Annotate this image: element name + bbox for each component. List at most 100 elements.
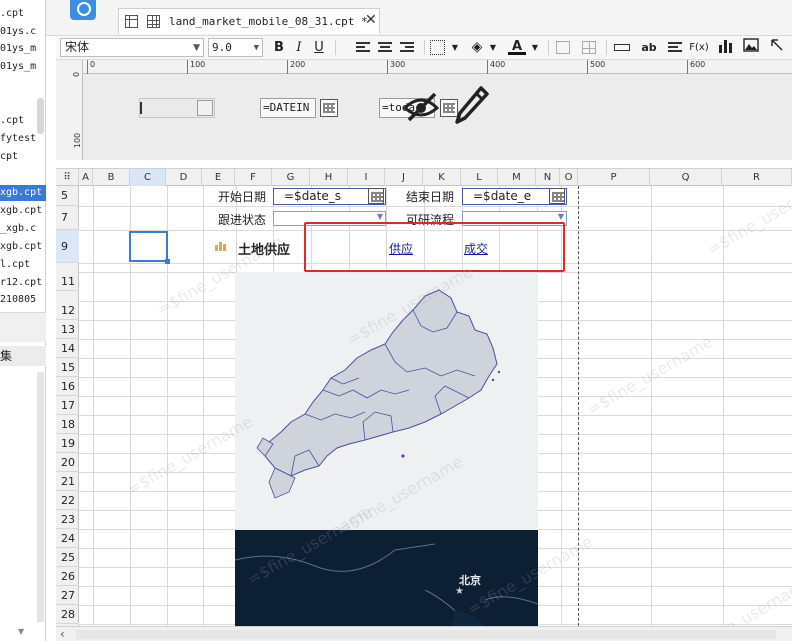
row-header-cell[interactable]: 18 [56, 415, 79, 434]
combo-button[interactable] [197, 100, 213, 116]
file-item[interactable]: xgb.cpt [0, 203, 46, 219]
chevron-down-icon[interactable]: ▼ [484, 38, 502, 57]
designer-logo-icon[interactable] [70, 0, 96, 20]
report-grid[interactable]: 开始日期 =$date_s 结束日期 =$date_e 跟进状态 ▼ 可研流程 … [79, 186, 792, 641]
row-header-cell[interactable]: 25 [56, 548, 79, 567]
file-item[interactable]: xgb.cpt [0, 239, 46, 255]
row-header-cell[interactable]: 20 [56, 453, 79, 472]
row-header-cell[interactable]: 23 [56, 510, 79, 529]
end-date-cell[interactable]: =$date_e [462, 188, 567, 205]
calendar-icon[interactable] [368, 188, 384, 204]
file-item[interactable]: 01ys_m [0, 59, 46, 75]
column-header-cell[interactable]: E [202, 169, 235, 187]
corner-select-all[interactable]: ⠿ [56, 169, 79, 187]
column-header-cell[interactable]: K [423, 169, 461, 187]
column-header-cell[interactable]: O [560, 169, 578, 187]
parameter-combo[interactable] [139, 98, 215, 118]
row-header-cell[interactable]: 5 [56, 186, 79, 206]
column-header-cell[interactable]: A [79, 169, 93, 187]
text-field-icon[interactable] [614, 44, 630, 51]
column-header-cell[interactable]: N [536, 169, 560, 187]
row-header-cell[interactable]: 16 [56, 377, 79, 396]
column-header-cell[interactable]: G [272, 169, 310, 187]
border-icon[interactable] [430, 40, 445, 55]
text-button[interactable]: ab [640, 38, 658, 57]
row-header-cell[interactable]: 14 [56, 339, 79, 358]
formula-button[interactable]: F(x) [688, 38, 710, 57]
chevron-down-icon[interactable]: ▼ [446, 38, 464, 57]
row-header-cell[interactable]: 26 [56, 567, 79, 586]
align-left-icon[interactable] [356, 42, 370, 54]
row-header-cell[interactable]: 22 [56, 491, 79, 510]
row-header-cell[interactable]: 15 [56, 358, 79, 377]
file-item[interactable]: .cpt [0, 6, 46, 22]
row-header-cell[interactable]: 12 [56, 301, 79, 320]
file-item[interactable]: _xgb.c [0, 221, 46, 237]
calendar-icon[interactable] [549, 188, 565, 204]
bold-button[interactable]: B [270, 38, 288, 57]
column-header-cell[interactable]: M [498, 169, 536, 187]
align-center-icon[interactable] [378, 42, 392, 54]
font-size-select[interactable]: 9.0 ▼ [208, 38, 263, 57]
tab-template-file[interactable]: land_market_mobile_08_31.cpt * ✕ [118, 8, 380, 34]
close-icon[interactable]: ✕ [365, 12, 377, 28]
column-header-cell[interactable]: I [348, 169, 385, 187]
column-header-cell[interactable]: Q [650, 169, 722, 187]
row-header-cell[interactable]: 21 [56, 472, 79, 491]
row-header-cell[interactable]: 13 [56, 320, 79, 339]
row-header-cell[interactable]: 28 [56, 605, 79, 624]
edit-pencil-icon[interactable] [455, 86, 489, 126]
file-item[interactable]: r12.cpt [0, 275, 46, 291]
file-item[interactable]: 01ys_m [0, 41, 46, 57]
chevron-down-icon[interactable]: ▼ [526, 38, 544, 57]
file-item[interactable]: 01ys.c [0, 24, 46, 40]
date-start-widget[interactable]: =DATEIN [260, 98, 316, 118]
row-header-cell[interactable]: 19 [56, 434, 79, 453]
unmerge-cell-icon[interactable] [582, 41, 596, 54]
dataset-scrollbar[interactable] [37, 372, 44, 622]
chart-icon[interactable] [716, 38, 734, 57]
font-family-select[interactable]: 宋体 ▼ [60, 38, 204, 57]
file-item[interactable]: cpt [0, 149, 46, 165]
column-header-cell[interactable]: B [93, 169, 130, 187]
column-header-cell[interactable]: L [461, 169, 498, 187]
panel-splitter[interactable]: ▼ [0, 312, 46, 636]
column-header-cell[interactable]: C [130, 169, 166, 187]
calendar-icon[interactable] [320, 99, 338, 117]
underline-button[interactable]: U [310, 38, 328, 57]
slash-cell-icon[interactable] [768, 38, 786, 57]
toolbar-divider [424, 40, 425, 55]
merge-cell-icon[interactable] [556, 41, 570, 54]
row-header-cell[interactable]: 7 [56, 206, 79, 230]
column-header-cell[interactable]: F [235, 169, 272, 187]
row-header-cell[interactable]: 9 [56, 230, 79, 263]
collapse-arrow-icon[interactable]: ▼ [18, 627, 24, 636]
rich-text-icon[interactable] [668, 42, 682, 54]
file-tree-scrollbar[interactable] [37, 98, 44, 134]
image-icon[interactable] [742, 38, 760, 57]
font-color-button[interactable]: A [508, 38, 526, 55]
column-header-cell[interactable]: R [722, 169, 792, 187]
file-item[interactable]: l.cpt [0, 257, 46, 273]
eye-hidden-icon[interactable] [401, 88, 441, 124]
file-item-selected[interactable]: xgb.cpt [0, 185, 46, 201]
column-header-cell[interactable]: P [578, 169, 650, 187]
italic-button[interactable]: I [290, 38, 308, 57]
row-header-cell[interactable]: 24 [56, 529, 79, 548]
column-header-cell[interactable]: D [166, 169, 202, 187]
row-header-cell[interactable]: 27 [56, 586, 79, 605]
end-date-formula: =$date_e [473, 189, 532, 203]
column-header-cell[interactable]: H [310, 169, 348, 187]
align-right-icon[interactable] [400, 42, 414, 54]
selected-cell[interactable] [129, 231, 170, 264]
scrollbar-thumb[interactable] [76, 630, 776, 639]
row-header: 5 7 9 11 12 13 14 15 16 17 18 19 20 21 2… [56, 186, 79, 641]
start-date-cell[interactable]: =$date_s [273, 188, 386, 205]
dataset-section-header[interactable]: 集 [0, 346, 46, 366]
horizontal-scrollbar[interactable]: ‹ [56, 626, 792, 641]
row-header-cell[interactable]: 11 [56, 272, 79, 291]
chevron-left-icon[interactable]: ‹ [60, 627, 65, 641]
column-header-cell[interactable]: J [385, 169, 423, 187]
row-header-cell[interactable]: 17 [56, 396, 79, 415]
file-item[interactable]: 210805 [0, 292, 46, 308]
